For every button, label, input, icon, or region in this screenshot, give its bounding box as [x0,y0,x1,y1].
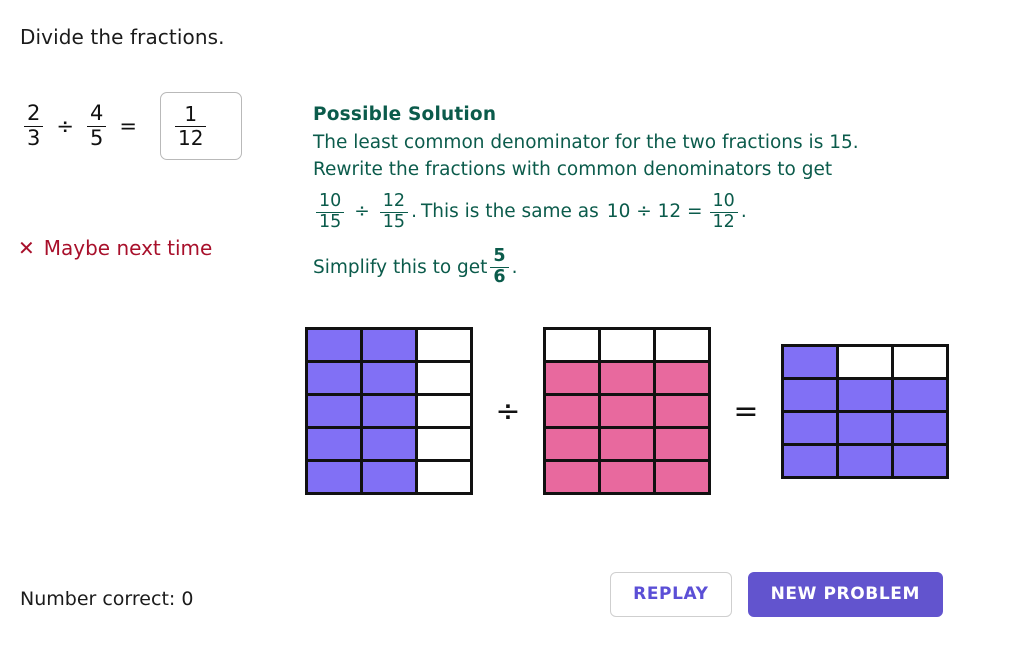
grid-cell [784,445,836,476]
grid-cell [418,462,470,492]
grid-cell [656,330,708,360]
answer-input-box[interactable]: 1 12 [159,92,242,160]
simplified-fraction: 5 6 [490,246,509,287]
cross-icon: ✕ [18,236,35,260]
grid-divisor-slot [543,327,711,495]
solution-line-1: The least common denominator for the two… [313,131,859,153]
grid-cell [656,429,708,459]
grid-cell [308,396,360,426]
grid-quotient [781,343,949,479]
solution-title: Possible Solution [313,104,497,125]
grid-cell [839,379,891,410]
problem-fraction-right: 4 5 [86,101,107,149]
fraction-denominator: 6 [490,267,509,287]
fraction-numerator: 12 [382,190,406,211]
problem-expression: 2 3 ÷ 4 5 = 1 12 [20,92,242,160]
fraction-numerator: 4 [89,101,104,126]
diagram-equals-operator: = [733,393,759,429]
grid-cell [601,462,653,492]
solution-panel: Possible Solution The least common denom… [313,101,1013,287]
answer-numerator-input[interactable]: 1 [181,104,200,125]
grid-cell [418,396,470,426]
divide-operator: ÷ [56,114,74,138]
score-counter: Number correct: 0 [20,588,194,610]
simplify-end-period: . [511,256,518,278]
solution-period: . [411,201,417,223]
solution-result-fraction: 10 12 [709,190,738,232]
fraction-numerator: 5 [493,246,506,267]
divide-operator: ÷ [354,201,370,223]
grid-cell [656,363,708,393]
answer-fraction[interactable]: 1 12 [174,104,207,148]
grid-cell [363,396,415,426]
grid-cell [308,462,360,492]
action-buttons: REPLAY NEW PROBLEM [610,572,943,617]
grid-cell [601,363,653,393]
grid-dividend-slot [305,327,473,495]
fraction-denominator: 12 [709,211,738,232]
feedback-text: Maybe next time [43,236,213,260]
grid-cell [418,429,470,459]
fraction-division-activity: Divide the fractions. 2 3 ÷ 4 5 = 1 12 ✕… [0,0,1032,645]
grid-divisor [543,327,711,495]
grid-cell [894,445,946,476]
grid-cell [546,396,598,426]
grid-cell [418,330,470,360]
problem-fraction-left: 2 3 [24,101,44,149]
solution-fraction-2: 12 15 [379,190,409,232]
fraction-grid-diagrams: ÷ = [305,326,949,496]
grid-cell [894,379,946,410]
grid-cell [601,396,653,426]
fraction-numerator: 2 [27,101,41,126]
fraction-denominator: 15 [316,211,345,232]
grid-dividend [305,327,473,495]
simplify-text: Simplify this to get [313,256,488,278]
answer-denominator-input[interactable]: 12 [174,125,207,148]
grid-cell [546,330,598,360]
grid-quotient-slot [781,343,949,479]
grid-cell [418,363,470,393]
solution-equation: 10 15 ÷ 12 15 . This is the same as 10 ÷… [313,190,1013,232]
grid-cell [308,363,360,393]
grid-cell [784,412,836,443]
grid-cell [839,346,891,377]
solution-plain-expression: 10 ÷ 12 = [606,201,703,223]
solution-simplify-line: Simplify this to get 5 6 . [313,248,1013,287]
fraction-denominator: 5 [86,125,107,149]
grid-cell [656,462,708,492]
grid-cell [839,412,891,443]
grid-cell [894,412,946,443]
grid-cell [894,346,946,377]
fraction-denominator: 3 [24,125,44,149]
equals-operator: = [119,114,137,138]
replay-button[interactable]: REPLAY [610,572,732,617]
grid-cell [784,379,836,410]
feedback-message: ✕ Maybe next time [18,236,212,260]
fraction-numerator: 10 [712,190,735,211]
fraction-denominator: 15 [379,211,409,232]
solution-fraction-1: 10 15 [316,190,345,232]
grid-cell [363,330,415,360]
grid-cell [546,429,598,459]
grid-cell [601,429,653,459]
page-title: Divide the fractions. [20,25,225,49]
grid-cell [363,363,415,393]
diagram-divide-operator: ÷ [495,393,521,429]
new-problem-button[interactable]: NEW PROBLEM [747,572,943,617]
grid-cell [363,429,415,459]
solution-equation-text: This is the same as [420,201,599,223]
grid-cell [839,445,891,476]
grid-cell [784,346,836,377]
grid-cell [363,462,415,492]
fraction-numerator: 10 [319,190,342,211]
grid-cell [656,396,708,426]
grid-cell [546,363,598,393]
grid-cell [308,429,360,459]
solution-end-period: . [740,201,747,223]
solution-line-2: Rewrite the fractions with common denomi… [313,159,833,181]
grid-cell [308,330,360,360]
grid-cell [601,330,653,360]
grid-cell [546,462,598,492]
